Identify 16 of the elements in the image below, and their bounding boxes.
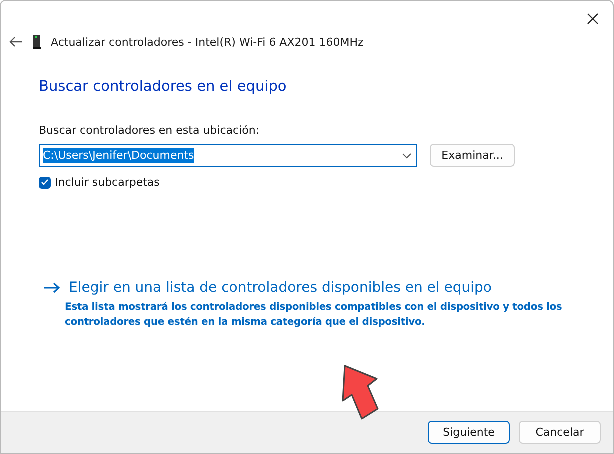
cancel-button[interactable]: Cancelar — [519, 421, 601, 444]
network-adapter-icon — [33, 35, 41, 49]
browse-button[interactable]: Examinar... — [430, 144, 515, 167]
location-combo-box[interactable]: C:\Users\Jenifer\Documents — [39, 144, 417, 167]
page-heading: Buscar controladores en el equipo — [39, 79, 288, 95]
window-title: Actualizar controladores - Intel(R) Wi-Fi 6 AX201 160MHz — [51, 36, 364, 48]
choose-driver-link[interactable]: Elegir en una lista de controladores disponibles en el equipo — [69, 280, 492, 296]
arrow-right-icon — [43, 282, 61, 294]
next-button[interactable]: Siguiente — [428, 421, 510, 444]
checkbox-label: Incluir subcarpetas — [55, 176, 160, 189]
subfolders-checkbox[interactable] — [39, 176, 51, 188]
chevron-down-icon — [402, 152, 412, 158]
link-description: Esta lista mostrará los controladores disponibles compatibles con el dispositivo y todos los controladores que estén en la misma categoría que el dispositivo. — [65, 301, 564, 330]
back-arrow-icon[interactable] — [9, 36, 23, 48]
close-button[interactable] — [585, 11, 601, 27]
location-label: Buscar controladores en esta ubicación: — [39, 124, 261, 137]
